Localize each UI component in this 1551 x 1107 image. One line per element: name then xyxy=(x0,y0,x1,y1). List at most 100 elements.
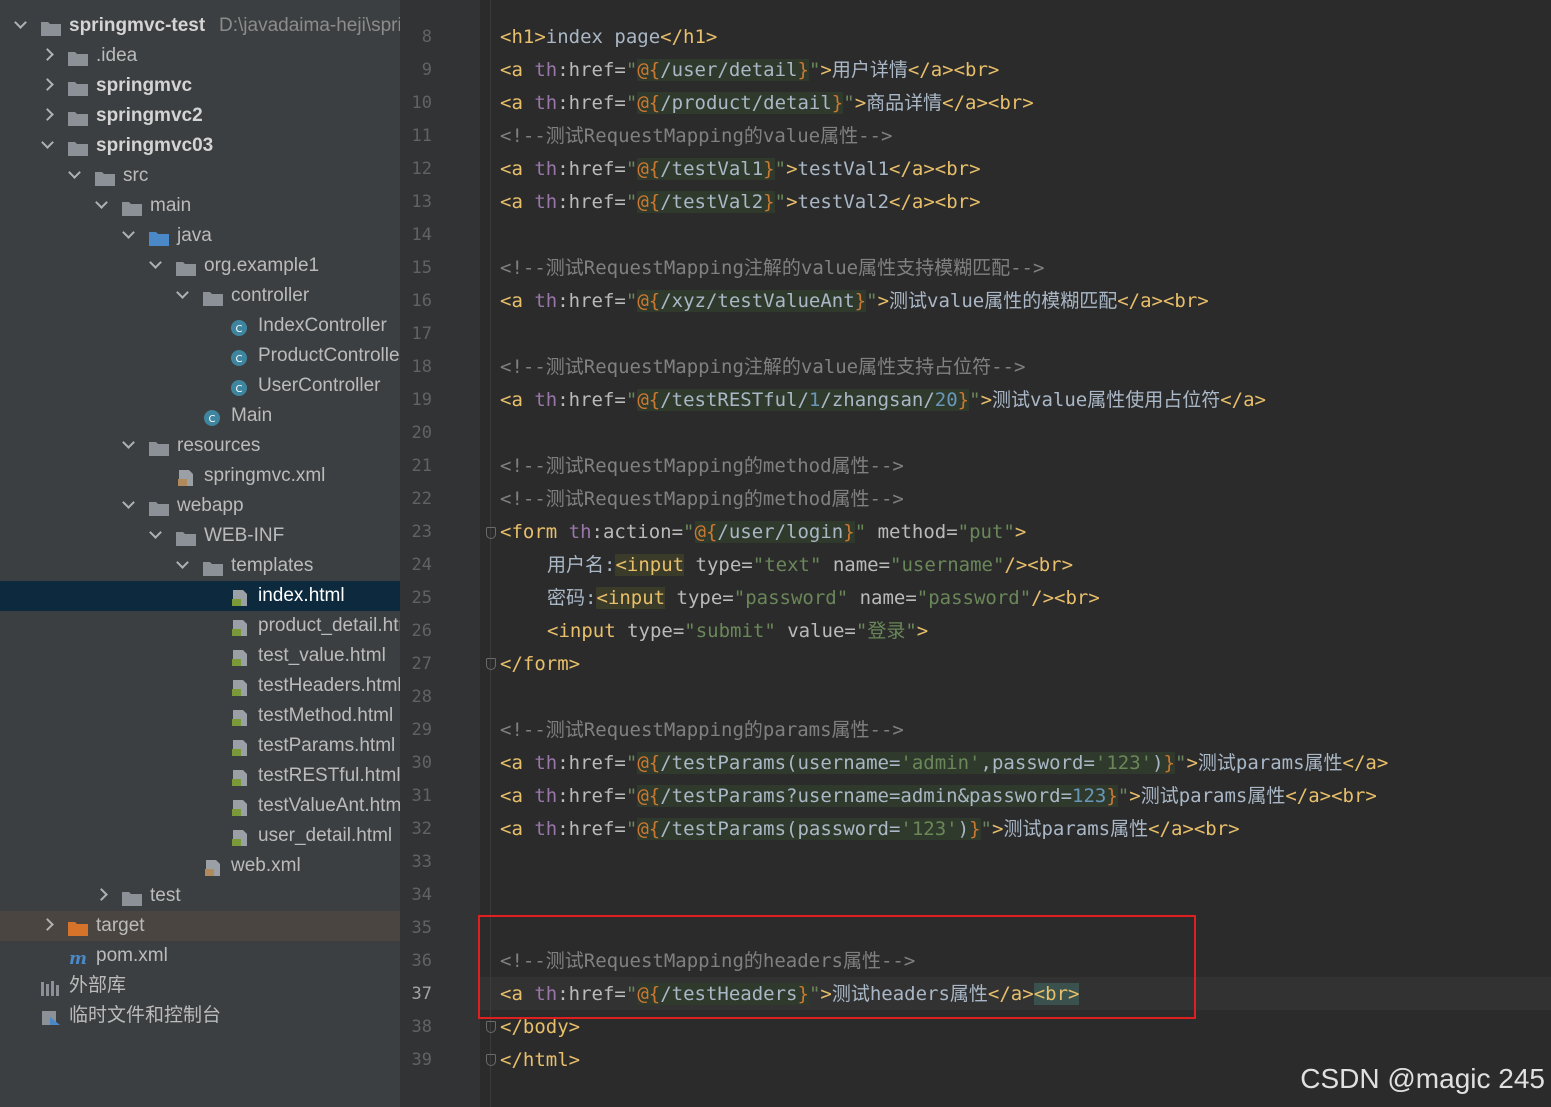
tree-item-product-detail-html[interactable]: product_detail.html xyxy=(0,611,400,641)
chevron-down-icon[interactable] xyxy=(122,226,135,239)
tree-item-pom-xml[interactable]: m pom.xml xyxy=(0,941,400,971)
tree-item-java[interactable]: java xyxy=(0,221,400,251)
tree-item-controller[interactable]: controller xyxy=(0,281,400,311)
code-line-8[interactable]: <h1>index page</h1> xyxy=(500,21,717,54)
code-line-15[interactable]: <!--测试RequestMapping注解的value属性支持模糊匹配--> xyxy=(500,252,1044,285)
fold-marker[interactable] xyxy=(486,1054,496,1066)
chevron-right-icon[interactable] xyxy=(41,108,54,121)
chevron-down-icon[interactable] xyxy=(149,526,162,539)
chevron-down-icon[interactable] xyxy=(122,436,135,449)
tree-item-test-value-html[interactable]: test_value.html xyxy=(0,641,400,671)
tree-item-[interactable]: 外部库 xyxy=(0,971,400,1001)
folder-icon xyxy=(121,887,143,906)
line-number: 31 xyxy=(411,786,432,806)
chevron-right-icon[interactable] xyxy=(41,78,54,91)
fold-marker[interactable] xyxy=(486,527,496,539)
code-line-19[interactable]: <a th:href="@{/testRESTful/1/zhangsan/20… xyxy=(500,384,1266,417)
fold-marker[interactable] xyxy=(486,1021,496,1033)
tree-item-testvalueant-html[interactable]: testValueAnt.html xyxy=(0,791,400,821)
url-path: ) xyxy=(1152,752,1164,774)
tree-item-index-html[interactable]: index.html xyxy=(0,581,400,611)
code-line-10[interactable]: <a th:href="@{/product/detail}">商品详情</a>… xyxy=(500,87,1034,120)
code-line-29[interactable]: <!--测试RequestMapping的params属性--> xyxy=(500,714,904,747)
line-number: 17 xyxy=(411,324,432,344)
chevron-down-icon[interactable] xyxy=(95,196,108,209)
tree-item-target[interactable]: target xyxy=(0,911,400,941)
th-namespace: th xyxy=(568,521,592,543)
tree-item-idea[interactable]: .idea xyxy=(0,41,400,71)
code-line-12[interactable]: <a th:href="@{/testVal1}">testVal1</a><b… xyxy=(500,153,981,186)
attr-name: :href= xyxy=(557,752,626,774)
code-line-27[interactable]: </form> xyxy=(500,648,580,681)
chevron-down-icon[interactable] xyxy=(176,556,189,569)
tree-item-web-inf[interactable]: WEB-INF xyxy=(0,521,400,551)
chevron-right-icon[interactable] xyxy=(41,918,54,931)
line-number: 12 xyxy=(411,159,432,179)
tree-item-src[interactable]: src xyxy=(0,161,400,191)
attr-value: "登录" xyxy=(855,620,917,642)
code-line-32[interactable]: <a th:href="@{/testParams(password='123'… xyxy=(500,813,1240,846)
line-number: 8 xyxy=(421,27,432,47)
tree-item-springmvc-xml[interactable]: springmvc.xml xyxy=(0,461,400,491)
tree-item-label: testMethod.html xyxy=(258,705,394,726)
tree-item-testheaders-html[interactable]: testHeaders.html xyxy=(0,671,400,701)
fold-marker[interactable] xyxy=(486,658,496,670)
chevron-down-icon[interactable] xyxy=(176,286,189,299)
chevron-down-icon[interactable] xyxy=(68,166,81,179)
chevron-down-icon[interactable] xyxy=(14,16,27,29)
tree-item-indexcontroller[interactable]: C IndexController xyxy=(0,311,400,341)
code-line-16[interactable]: <a th:href="@{/xyz/testValueAnt}">测试valu… xyxy=(500,285,1209,318)
chevron-down-icon[interactable] xyxy=(149,256,162,269)
tree-item-main[interactable]: C Main xyxy=(0,401,400,431)
tree-item-springmvc2[interactable]: springmvc2 xyxy=(0,101,400,131)
code-line-21[interactable]: <!--测试RequestMapping的method属性--> xyxy=(500,450,904,483)
code-line-24[interactable]: 用户名:<input type="text" name="username"/>… xyxy=(547,549,1073,582)
tree-item-webapp[interactable]: webapp xyxy=(0,491,400,521)
expr-open: @{ xyxy=(637,290,661,312)
html-file-icon xyxy=(229,677,251,696)
tree-item-org-example1[interactable]: org.example1 xyxy=(0,251,400,281)
tree-item-springmvc03[interactable]: springmvc03 xyxy=(0,131,400,161)
chevron-right-icon[interactable] xyxy=(41,48,54,61)
tree-item-testrestful-html[interactable]: testRESTful.html xyxy=(0,761,400,791)
code-line-22[interactable]: <!--测试RequestMapping的method属性--> xyxy=(500,483,904,516)
tree-item-[interactable]: 临时文件和控制台 xyxy=(0,1001,400,1031)
code-line-39[interactable]: </html> xyxy=(500,1044,580,1077)
chevron-right-icon[interactable] xyxy=(95,888,108,901)
attr-name: type= xyxy=(615,620,685,642)
tree-item-springmvc-test[interactable]: springmvc-test D:\javadaima-heji\spring xyxy=(0,11,400,41)
expr-open: @{ xyxy=(637,818,661,840)
quote: " xyxy=(625,158,638,180)
comment: <!--测试RequestMapping的method属性--> xyxy=(500,455,904,477)
code-line-25[interactable]: 密码:<input type="password" name="password… xyxy=(547,582,1100,615)
code-line-18[interactable]: <!--测试RequestMapping注解的value属性支持占位符--> xyxy=(500,351,1025,384)
tree-item-testmethod-html[interactable]: testMethod.html xyxy=(0,701,400,731)
tree-item-main[interactable]: main xyxy=(0,191,400,221)
project-tree-panel[interactable]: springmvc-test D:\javadaima-heji\spring .i… xyxy=(0,0,400,1107)
tree-item-springmvc[interactable]: springmvc xyxy=(0,71,400,101)
code-line-13[interactable]: <a th:href="@{/testVal2}">testVal2</a><b… xyxy=(500,186,981,219)
tag-end: > xyxy=(877,290,890,312)
tree-item-templates[interactable]: templates xyxy=(0,551,400,581)
tree-item-productcontroller[interactable]: C ProductController xyxy=(0,341,400,371)
code-line-26[interactable]: <input type="submit" value="登录"> xyxy=(547,615,928,648)
code-line-9[interactable]: <a th:href="@{/user/detail}">用户详情</a><br… xyxy=(500,54,999,87)
code-line-31[interactable]: <a th:href="@{/testParams?username=admin… xyxy=(500,780,1377,813)
tree-item-web-xml[interactable]: web.xml xyxy=(0,851,400,881)
tree-item-test[interactable]: test xyxy=(0,881,400,911)
chevron-down-icon[interactable] xyxy=(41,136,54,149)
tree-item-resources[interactable]: resources xyxy=(0,431,400,461)
tree-item-usercontroller[interactable]: C UserController xyxy=(0,371,400,401)
chevron-down-icon[interactable] xyxy=(122,496,135,509)
code-line-11[interactable]: <!--测试RequestMapping的value属性--> xyxy=(500,120,892,153)
line-number: 13 xyxy=(411,192,432,212)
code-line-30[interactable]: <a th:href="@{/testParams(username='admi… xyxy=(500,747,1388,780)
folder-icon xyxy=(67,47,89,66)
module-folder-icon xyxy=(67,107,89,126)
tree-item-user-detail-html[interactable]: user_detail.html xyxy=(0,821,400,851)
code-line-23[interactable]: <form th:action="@{/user/login}" method=… xyxy=(500,516,1026,549)
line-number: 34 xyxy=(411,885,432,905)
tree-item-testparams-html[interactable]: testParams.html xyxy=(0,731,400,761)
label-text: 密码: xyxy=(547,587,597,609)
line-number: 19 xyxy=(411,390,432,410)
